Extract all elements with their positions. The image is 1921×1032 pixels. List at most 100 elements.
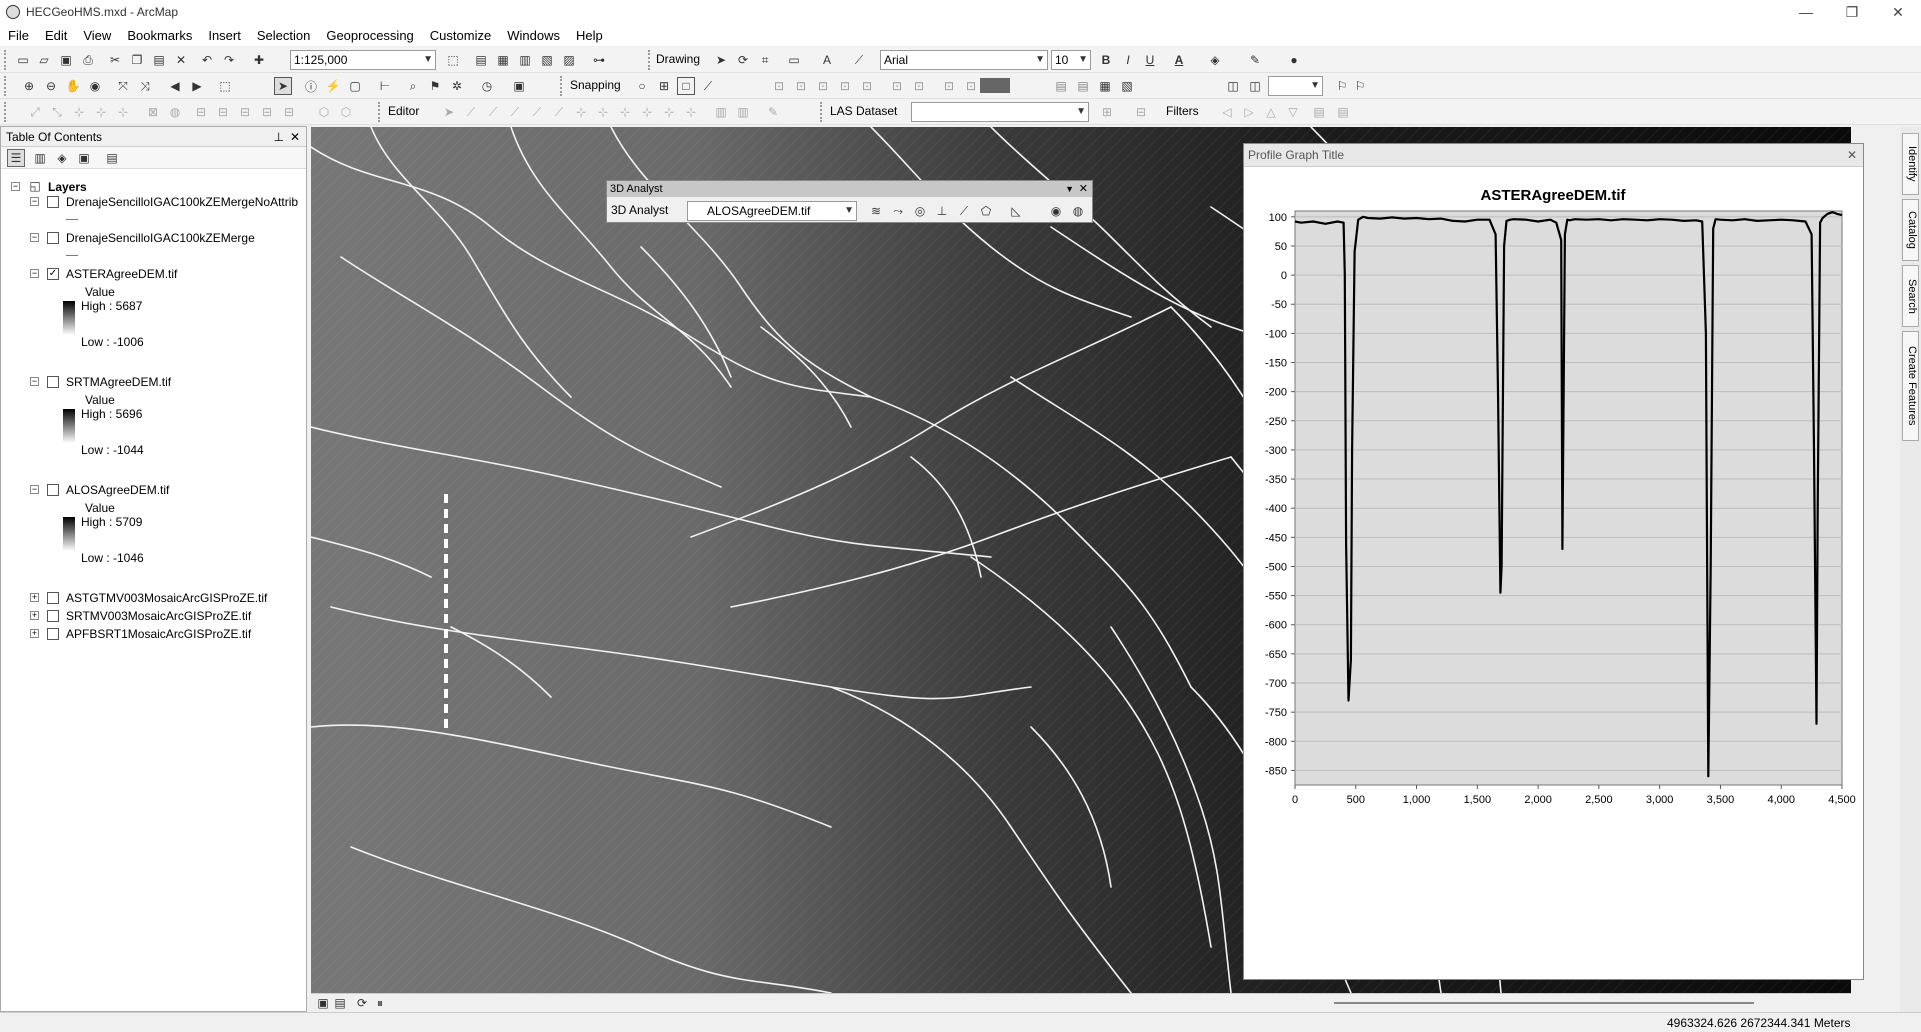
georef-tool-icon[interactable]: ⊡ [814, 77, 832, 95]
layer-visibility-checkbox[interactable] [47, 232, 59, 244]
pause-drawing-icon[interactable]: ⏸ [371, 994, 389, 1012]
menu-insert[interactable]: Insert [208, 28, 241, 43]
full-extent-icon[interactable]: ◉ [86, 77, 104, 95]
profile-graph-caption[interactable]: Profile Graph Title ✕ [1244, 144, 1863, 167]
marker-color-icon[interactable]: ● [1285, 51, 1303, 69]
rectangle-icon[interactable]: ▭ [785, 51, 803, 69]
snapping-menu[interactable]: Snapping [570, 78, 621, 92]
line-of-sight-icon[interactable]: ◎ [911, 202, 929, 220]
filters-menu[interactable]: Filters [1166, 104, 1199, 118]
layer-visibility-checkbox[interactable] [47, 376, 59, 388]
menu-selection[interactable]: Selection [257, 28, 310, 43]
graph-tool-icon[interactable]: ◫ [1224, 77, 1242, 95]
back-extent-icon[interactable]: ◀ [166, 77, 184, 95]
delete-icon[interactable]: ✕ [172, 51, 190, 69]
hyperlink-icon[interactable]: ⚡ [324, 77, 342, 95]
edit-tool-icon[interactable]: ⊹ [572, 103, 590, 121]
collapse-icon[interactable]: − [30, 377, 39, 386]
chevron-down-icon[interactable]: ▼ [1065, 181, 1074, 197]
arctoolbox-icon[interactable]: ▧ [538, 51, 556, 69]
identify-icon[interactable]: ⓘ [302, 77, 320, 95]
line-color-icon[interactable]: ✎ [1246, 51, 1264, 69]
bold-button[interactable]: B [1097, 51, 1115, 69]
layer-name[interactable]: SRTMAgreeDEM.tif [66, 375, 171, 389]
expand-icon[interactable]: + [30, 629, 39, 638]
georef-tool-icon[interactable]: ⊡ [858, 77, 876, 95]
3d-analyst-menu[interactable]: 3D Analyst [611, 203, 668, 217]
disabled-tool-icon[interactable]: ⬡ [337, 103, 355, 121]
layer-visibility-checkbox[interactable]: ✓ [47, 268, 59, 280]
layout-view-icon[interactable]: ▤ [331, 994, 349, 1012]
select-elements-icon[interactable]: ➤ [712, 51, 730, 69]
create-features-tab[interactable]: Create Features [1902, 331, 1919, 441]
las-tool-icon[interactable]: ⊟ [1132, 103, 1150, 121]
data-view-icon[interactable]: ▣ [314, 994, 332, 1012]
menu-file[interactable]: File [8, 28, 29, 43]
toc-close-button[interactable]: ✕ [290, 127, 300, 147]
edge-snapping-icon[interactable]: ⟋ [699, 77, 717, 95]
disabled-tool-icon[interactable]: ⊹ [92, 103, 110, 121]
menu-bookmarks[interactable]: Bookmarks [127, 28, 192, 43]
font-name-combo[interactable]: Arial ▼ [880, 50, 1048, 70]
disabled-tool-icon[interactable]: ⊟ [258, 103, 276, 121]
georef-tool-icon[interactable]: ⊡ [910, 77, 928, 95]
disabled-tool-icon[interactable]: ⊟ [236, 103, 254, 121]
forward-extent-icon[interactable]: ▶ [188, 77, 206, 95]
editor-toolbar-icon[interactable]: ⬚ [444, 51, 462, 69]
redo-icon[interactable]: ↷ [220, 51, 238, 69]
pan-icon[interactable]: ✋ [64, 77, 82, 95]
contour-icon[interactable]: ≋ [867, 202, 885, 220]
fixed-zoom-out-icon[interactable]: ⤨ [136, 77, 154, 95]
interpolate-point-icon[interactable]: ⊥ [933, 202, 951, 220]
collapse-icon[interactable]: − [30, 485, 39, 494]
collapse-icon[interactable]: − [30, 233, 39, 242]
search-tab[interactable]: Search [1902, 265, 1919, 327]
copy-icon[interactable]: ❐ [128, 51, 146, 69]
georef-tool-icon[interactable]: ⊡ [888, 77, 906, 95]
edit-tool-icon[interactable]: ⊹ [638, 103, 656, 121]
zoom-whole-page-icon[interactable]: ⌗ [756, 51, 774, 69]
menu-customize[interactable]: Customize [430, 28, 491, 43]
georef-tool-icon[interactable]: ⊡ [836, 77, 854, 95]
disabled-tool-icon[interactable]: ⊟ [214, 103, 232, 121]
html-popup-icon[interactable]: ▢ [346, 77, 364, 95]
layer-name[interactable]: ASTERAgreeDEM.tif [66, 267, 177, 281]
identify-tab[interactable]: Identify [1902, 133, 1919, 195]
georef-tool-icon[interactable]: ⊡ [792, 77, 810, 95]
las-tool-icon[interactable]: ◁ [1218, 103, 1236, 121]
fixed-zoom-in-icon[interactable]: ⤧ [114, 77, 132, 95]
disabled-tool-icon[interactable]: ⊟ [280, 103, 298, 121]
edit-tool-icon[interactable]: ⊹ [682, 103, 700, 121]
save-icon[interactable]: ▣ [57, 51, 75, 69]
layer-name[interactable]: ASTGTMV003MosaicArcGISProZE.tif [66, 591, 267, 605]
open-icon[interactable]: ▱ [35, 51, 53, 69]
catalog-tab[interactable]: Catalog [1902, 199, 1919, 261]
layout-tool-icon[interactable]: ▤ [1074, 77, 1092, 95]
list-by-selection-icon[interactable]: ▣ [75, 149, 93, 167]
edit-tool-icon[interactable]: ⟋ [506, 103, 524, 121]
horizontal-scrollbar[interactable] [1334, 1002, 1754, 1004]
menu-edit[interactable]: Edit [45, 28, 67, 43]
end-snapping-icon[interactable]: ⊞ [655, 77, 673, 95]
underline-button[interactable]: U [1141, 51, 1159, 69]
collapse-icon[interactable]: − [30, 197, 39, 206]
drawing-menu[interactable]: Drawing [656, 52, 700, 66]
select-features-icon[interactable]: ⬚ [216, 77, 234, 95]
edit-tool-icon[interactable]: ⟋ [462, 103, 480, 121]
las-tool-icon[interactable]: ⊞ [1098, 103, 1116, 121]
layers-root-label[interactable]: Layers [48, 180, 87, 194]
disabled-tool-icon[interactable]: ⊟ [192, 103, 210, 121]
edit-tool-icon[interactable]: ⟋ [528, 103, 546, 121]
text-icon[interactable]: A [818, 51, 836, 69]
rotate-icon[interactable]: ⟳ [734, 51, 752, 69]
edit-tool-icon[interactable]: ⟋ [550, 103, 568, 121]
effects-tool-icon[interactable]: ⊡ [962, 77, 980, 95]
refresh-icon[interactable]: ⟳ [353, 994, 371, 1012]
undo-icon[interactable]: ↶ [198, 51, 216, 69]
menu-windows[interactable]: Windows [507, 28, 560, 43]
list-by-source-icon[interactable]: ▥ [31, 149, 49, 167]
layer-visibility-checkbox[interactable] [47, 196, 59, 208]
disabled-tool-icon[interactable]: ⬡ [315, 103, 333, 121]
edit-tool-icon[interactable]: ⊹ [660, 103, 678, 121]
font-color-button[interactable]: A [1170, 51, 1188, 69]
